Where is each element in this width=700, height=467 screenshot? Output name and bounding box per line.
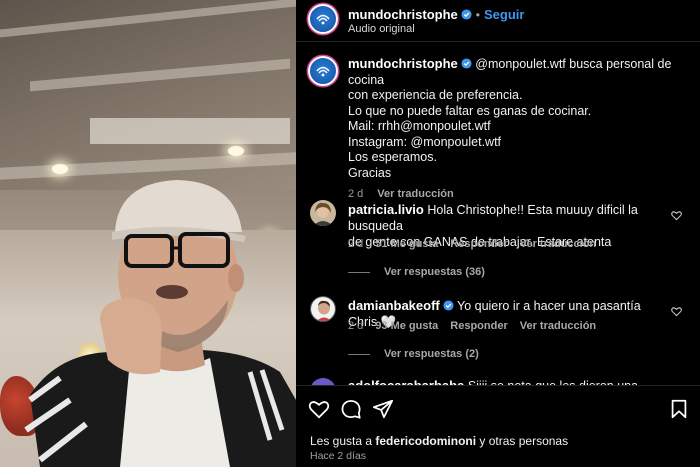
post-header: mundochristophe • Seguir Audio original [296,0,700,42]
comment-time: 2 d [348,238,364,250]
author-username[interactable]: mundochristophe [348,7,458,22]
comment-likes[interactable]: 93 Me gusta [375,320,438,332]
verified-badge-icon [461,9,472,20]
commenter-photo [311,297,335,321]
commenter-avatar[interactable] [310,296,336,322]
caption-line: Los esperamos. [348,150,437,164]
caption-line: Instagram: @monpoulet.wtf [348,134,502,149]
follow-button[interactable]: Seguir [484,7,524,22]
post-video[interactable] [0,0,296,467]
heart-icon[interactable] [671,210,682,221]
commenter-photo [310,200,336,226]
reply-button[interactable]: Responder [450,320,507,332]
comment-item: damianbakeoff Yo quiero ir a hacer una p… [310,296,690,366]
comment-username[interactable]: patricia.livio [348,202,424,217]
commenter-avatar[interactable] [310,200,336,226]
view-replies-button[interactable]: Ver respuestas (2) [348,348,479,360]
brand-logo-icon [316,66,330,77]
likes-prefix: Les gusta a [310,434,376,448]
share-icon[interactable] [372,398,394,420]
bookmark-icon[interactable] [668,398,690,420]
likes-summary[interactable]: Les gusta a federicodominoni y otras per… [310,434,568,448]
view-replies-button[interactable]: Ver respuestas (36) [348,266,485,278]
separator-dot: • [475,8,480,22]
translate-link[interactable]: Ver traducción [520,320,596,332]
heart-icon[interactable] [308,398,330,420]
caption-username[interactable]: mundochristophe [348,56,458,71]
verified-badge-icon [443,300,454,311]
caption-text: mundochristophe @monpoulet.wtf busca per… [348,56,683,203]
caption-translate-link[interactable]: Ver traducción [377,188,453,200]
comment-username[interactable]: damianbakeoff [348,298,440,313]
comment-item: patricia.livio Hola Christophe!! Esta mu… [310,200,690,290]
heart-icon[interactable] [671,306,682,317]
post-actions-bar: Les gusta a federicodominoni y otras per… [296,385,700,467]
caption-line: Mail: rrhh@monpoulet.wtf [348,119,491,133]
likes-suffix: y otras personas [476,434,569,448]
caption-author-avatar[interactable] [308,56,338,86]
audio-label[interactable]: Audio original [348,23,415,35]
post-sidebar: mundochristophe • Seguir Audio original mu… [296,0,700,467]
caption-line: Gracias [348,165,392,180]
caption-time: 2 d [348,188,364,200]
person-figure [24,180,296,467]
author-avatar[interactable] [308,4,338,34]
caption-line: Lo que no puede faltar es ganas de cocin… [348,103,592,118]
likes-user[interactable]: federicodominoni [375,434,476,448]
comment-time: 2 d [348,320,364,332]
comment-likes[interactable]: 51 Me gusta [375,238,438,250]
comment-icon[interactable] [340,398,362,420]
post-timestamp: Hace 2 días [310,450,367,462]
translate-link[interactable]: Ver traducción [520,238,596,250]
verified-badge-icon [461,58,472,69]
reply-button[interactable]: Responder [450,238,507,250]
brand-logo-icon [316,14,330,25]
caption-line: con experiencia de preferencia. [348,88,523,102]
